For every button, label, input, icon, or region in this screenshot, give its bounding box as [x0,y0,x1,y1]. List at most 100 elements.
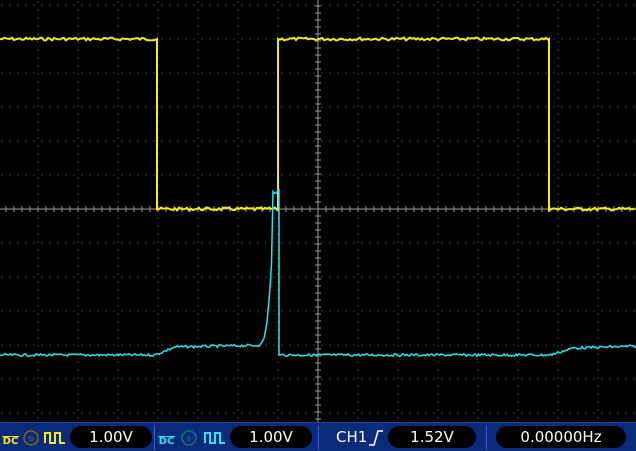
grid-dot [177,310,179,312]
grid-dot [137,4,139,6]
grid-dot [597,385,599,387]
ch1-waveform-invert-icon[interactable] [44,430,66,446]
grid-dot [273,174,275,176]
grid-dot [117,41,119,43]
grid-dot [117,321,119,323]
grid-dot [553,276,555,278]
grid-dot [601,174,603,176]
grid-dot [201,38,203,40]
grid-dot [425,310,427,312]
grid-dot [105,72,107,74]
ch1-coupling-icon[interactable]: DC [2,427,19,447]
grid-dot [477,225,479,227]
grid-dot [633,412,635,414]
grid-dot [177,72,179,74]
grid-dot [377,276,379,278]
grid-dot [237,393,239,395]
grid-dot [477,185,479,187]
grid-dot [237,105,239,107]
grid-dot [437,417,439,419]
grid-dot [369,378,371,380]
grid-dot [289,412,291,414]
grid-dot [249,38,251,40]
grid-dot [77,65,79,67]
grid-dot [201,174,203,176]
grid-dot [597,393,599,395]
rising-edge-icon[interactable] [368,429,384,447]
grid-dot [437,25,439,27]
grid-dot [529,106,531,108]
ch2-waveform-invert-icon[interactable] [204,430,226,446]
grid-dot [73,310,75,312]
grid-dot [433,310,435,312]
grid-dot [37,233,39,235]
ch2-bandwidth-limit-icon[interactable]: B [180,429,198,447]
grid-dot [401,310,403,312]
grid-dot [273,106,275,108]
grid-dot [137,140,139,142]
grid-dot [557,57,559,59]
grid-dot [201,106,203,108]
grid-dot [465,174,467,176]
grid-dot [477,129,479,131]
grid-dot [397,25,399,27]
grid-dot [197,329,199,331]
grid-dot [17,106,19,108]
grid-dot [273,140,275,142]
grid-dot [437,305,439,307]
grid-dot [561,106,563,108]
grid-dot [517,49,519,51]
grid-dot [185,378,187,380]
grid-dot [397,49,399,51]
grid-dot [237,57,239,59]
ch2-scale-readout[interactable]: 1.00V [230,426,312,448]
grid-dot [597,241,599,243]
grid-dot [197,57,199,59]
grid-dot [577,174,579,176]
grid-dot [557,281,559,283]
grid-dot [477,169,479,171]
grid-dot [193,378,195,380]
grid-dot [297,276,299,278]
grid-dot [577,344,579,346]
grid-dot [545,412,547,414]
grid-dot [297,242,299,244]
grid-dot [529,344,531,346]
grid-dot [477,89,479,91]
grid-dot [77,257,79,259]
grid-dot [197,169,199,171]
grid-dot [157,265,159,267]
grid-dot [193,38,195,40]
grid-dot [9,174,11,176]
grid-dot [393,378,395,380]
grid-dot [237,233,239,235]
grid-dot [197,337,199,339]
grid-dot [417,378,419,380]
grid-dot [345,276,347,278]
grid-dot [201,4,203,6]
grid-dot [505,106,507,108]
grid-dot [557,289,559,291]
grid-dot [37,329,39,331]
grid-dot [545,174,547,176]
grid-dot [497,174,499,176]
grid-dot [597,97,599,99]
grid-dot [513,140,515,142]
grid-dot [197,297,199,299]
ch1-scale-readout[interactable]: 1.00V [70,426,152,448]
grid-dot [597,73,599,75]
trigger-source[interactable]: CH1 [336,427,367,447]
grid-dot [385,344,387,346]
grid-dot [281,106,283,108]
grid-dot [517,25,519,27]
grid-dot [37,313,39,315]
grid-dot [357,105,359,107]
ch1-bandwidth-limit-icon[interactable]: B [22,429,40,447]
ch2-coupling-icon[interactable]: DC [158,427,175,447]
grid-dot [241,140,243,142]
grid-dot [73,72,75,74]
trigger-level-readout[interactable]: 1.52V [388,426,476,448]
grid-dot [81,310,83,312]
grid-dot [77,33,79,35]
grid-dot [237,17,239,19]
